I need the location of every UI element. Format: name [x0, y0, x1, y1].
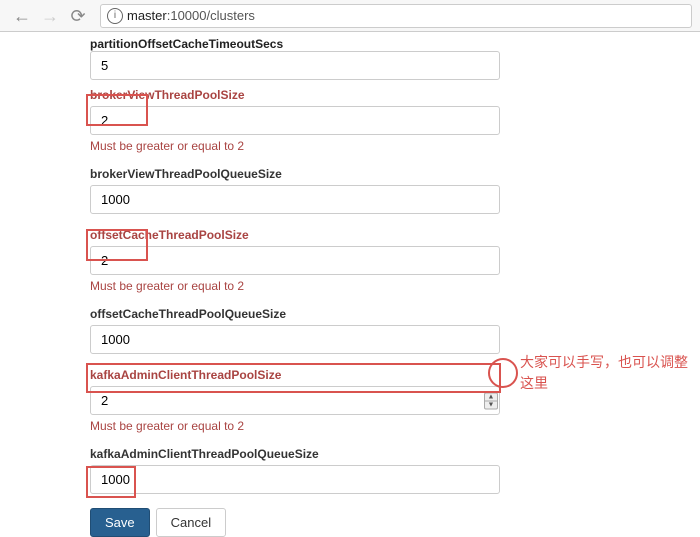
field-label-kafkaAdminClientThreadPoolQueueSize: kafkaAdminClientThreadPoolQueueSize: [90, 447, 500, 461]
cluster-form: partitionOffsetCacheTimeoutSecs brokerVi…: [90, 32, 500, 537]
input-brokerViewThreadPoolQueueSize[interactable]: [90, 185, 500, 214]
help-brokerViewThreadPoolSize: Must be greater or equal to 2: [90, 139, 500, 153]
field-label-brokerViewThreadPoolQueueSize: brokerViewThreadPoolQueueSize: [90, 167, 500, 181]
field-label-offsetCacheThreadPoolQueueSize: offsetCacheThreadPoolQueueSize: [90, 307, 500, 321]
help-offsetCacheThreadPoolSize: Must be greater or equal to 2: [90, 279, 500, 293]
cancel-button[interactable]: Cancel: [156, 508, 226, 537]
field-label-offsetCacheThreadPoolSize: offsetCacheThreadPoolSize: [90, 228, 500, 242]
number-spinner[interactable]: ▲▼: [484, 392, 498, 409]
save-button[interactable]: Save: [90, 508, 150, 537]
info-icon: i: [107, 8, 123, 24]
input-offsetCacheThreadPoolSize[interactable]: [90, 246, 500, 275]
browser-toolbar: ← → ⟳ i master:10000/clusters: [0, 0, 700, 32]
address-bar[interactable]: i master:10000/clusters: [100, 4, 692, 28]
back-button[interactable]: ←: [8, 4, 36, 28]
url-text: master:10000/clusters: [127, 8, 255, 23]
help-kafkaAdminClientThreadPoolSize: Must be greater or equal to 2: [90, 419, 500, 433]
field-label-partitionOffsetCacheTimeoutSecs: partitionOffsetCacheTimeoutSecs: [90, 36, 500, 51]
spinner-down-icon[interactable]: ▼: [485, 401, 497, 408]
annotation-text: 大家可以手写，也可以调整这里: [520, 352, 700, 394]
field-label-brokerViewThreadPoolSize: brokerViewThreadPoolSize: [90, 88, 500, 102]
input-kafkaAdminClientThreadPoolSize[interactable]: [90, 386, 500, 415]
input-brokerViewThreadPoolSize[interactable]: [90, 106, 500, 135]
field-label-kafkaAdminClientThreadPoolSize: kafkaAdminClientThreadPoolSize: [90, 368, 500, 382]
reload-button[interactable]: ⟳: [64, 4, 92, 28]
input-partitionOffsetCacheTimeoutSecs[interactable]: [90, 51, 500, 80]
forward-button[interactable]: →: [36, 4, 64, 28]
input-offsetCacheThreadPoolQueueSize[interactable]: [90, 325, 500, 354]
input-kafkaAdminClientThreadPoolQueueSize[interactable]: [90, 465, 500, 494]
spinner-up-icon[interactable]: ▲: [485, 393, 497, 401]
